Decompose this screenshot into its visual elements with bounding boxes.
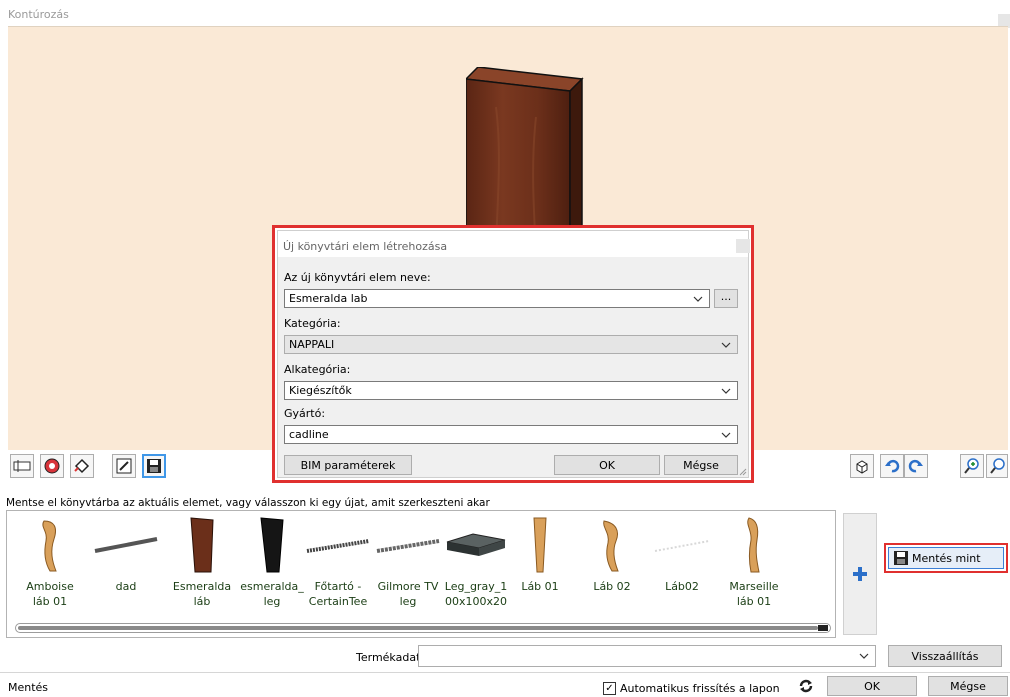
- gray-block-thumb-icon: [446, 533, 506, 556]
- align-icon: [13, 460, 31, 472]
- library-item[interactable]: Marseille láb 01: [719, 515, 789, 625]
- library-scrollbar[interactable]: [15, 623, 831, 633]
- product-data-label: Termékadat: [356, 651, 421, 664]
- zoom-in-icon: [964, 458, 979, 474]
- align-tool-button[interactable]: [10, 454, 34, 478]
- dialog-ok-button[interactable]: OK: [554, 455, 660, 475]
- library-item-label: Marseille láb 01: [729, 580, 779, 608]
- amboise-leg-thumb-icon: [42, 520, 57, 572]
- 3d-view-button[interactable]: [850, 454, 874, 478]
- beam-thumb-icon: [376, 539, 440, 553]
- floppy-icon: [147, 459, 161, 473]
- new-library-item-dialog: Új könyvtári elem létrehozása Az új köny…: [277, 230, 750, 478]
- circle-icon: [44, 458, 60, 474]
- bim-parameters-button[interactable]: BIM paraméterek: [284, 455, 412, 475]
- paint-tool-button[interactable]: [70, 454, 94, 478]
- name-label: Az új könyvtári elem neve:: [284, 271, 431, 284]
- library-item-label: Láb 01: [521, 580, 559, 593]
- reset-button[interactable]: Visszaállítás: [888, 645, 1002, 667]
- save-as-label: Mentés mint: [912, 551, 981, 565]
- library-item-label: dad: [115, 580, 137, 593]
- manufacturer-select[interactable]: cadline: [284, 425, 738, 444]
- tapered-leg-thumb-icon: [533, 517, 547, 573]
- black-leg-thumb-icon: [260, 517, 284, 573]
- browse-button[interactable]: ...: [714, 289, 738, 308]
- app-window: Kontúrozás Mentse el könyvtárba az aktuá…: [0, 0, 1010, 697]
- redo-icon: [908, 459, 923, 473]
- faint-rod-thumb-icon: [654, 540, 710, 552]
- refresh-icon[interactable]: [797, 677, 815, 695]
- name-combobox[interactable]: Esmeralda lab: [284, 289, 710, 308]
- library-item[interactable]: esmeralda_ leg: [237, 515, 307, 625]
- auto-refresh-label: Automatikus frissítés a lapon: [620, 682, 780, 695]
- library-item-label: Amboise láb 01: [26, 580, 74, 608]
- paint-bucket-icon: [74, 458, 90, 474]
- library-item[interactable]: Amboise láb 01: [15, 515, 85, 625]
- title-bar: Kontúrozás: [0, 0, 1010, 28]
- library-item-label: Láb02: [665, 580, 699, 593]
- new-library-item-dialog-highlight: Új könyvtári elem létrehozása Az új köny…: [272, 225, 754, 483]
- curved-leg-thumb-icon: [603, 520, 619, 572]
- category-label: Kategória:: [284, 317, 341, 330]
- subcategory-select[interactable]: Kiegészítők: [284, 381, 738, 400]
- dialog-title: Új könyvtári elem létrehozása: [283, 240, 448, 253]
- zoom-in-button[interactable]: [960, 454, 984, 478]
- floppy-icon: [894, 551, 908, 565]
- library-item-label: Esmeralda láb: [172, 580, 232, 608]
- resize-grip-icon[interactable]: [739, 468, 747, 476]
- save-tool-button[interactable]: [142, 454, 166, 478]
- library-item[interactable]: Gilmore TV leg: [373, 515, 443, 625]
- library-item[interactable]: Leg_gray_1 00x100x20: [441, 515, 511, 625]
- library-panel: Amboise láb 01 dad Esmeralda láb esmeral…: [6, 510, 836, 638]
- zoom-out-button[interactable]: [986, 454, 1008, 478]
- chevron-down-icon: [721, 432, 731, 438]
- library-item[interactable]: dad: [91, 515, 161, 625]
- subcategory-label: Alkategória:: [284, 363, 351, 376]
- chevron-down-icon: [693, 296, 703, 302]
- library-item[interactable]: Esmeralda láb: [167, 515, 237, 625]
- hint-text: Mentse el könyvtárba az aktuális elemet,…: [6, 497, 490, 509]
- curved-leg-thumb-icon: [747, 517, 760, 573]
- rod-thumb-icon: [94, 537, 158, 553]
- library-item[interactable]: Főtartó - CertainTee: [303, 515, 373, 625]
- save-as-button[interactable]: Mentés mint: [888, 547, 1004, 569]
- edit-tool-button[interactable]: [112, 454, 136, 478]
- dialog-cancel-button[interactable]: Mégse: [664, 455, 738, 475]
- library-item[interactable]: Láb02: [647, 515, 717, 625]
- circle-tool-button[interactable]: [40, 454, 64, 478]
- library-item-label: Gilmore TV leg: [377, 580, 439, 608]
- auto-refresh-checkbox[interactable]: ✓: [603, 682, 616, 695]
- ok-button[interactable]: OK: [827, 676, 917, 696]
- dialog-title-bar: Új könyvtári elem létrehozása: [278, 231, 750, 257]
- save-as-highlight: Mentés mint: [884, 543, 1008, 573]
- plus-icon[interactable]: [853, 567, 867, 581]
- beam-thumb-icon: [306, 539, 370, 553]
- chevron-down-icon: [859, 653, 869, 659]
- add-item-column: [843, 513, 877, 635]
- dialog-close-button[interactable]: [736, 239, 750, 253]
- undo-button[interactable]: [880, 454, 904, 478]
- chevron-down-icon: [721, 388, 731, 394]
- status-bar: Mentés ✓ Automatikus frissítés a lapon O…: [0, 672, 1010, 697]
- library-item-label: Főtartó - CertainTee: [308, 580, 368, 608]
- library-item-label: Láb 02: [593, 580, 631, 593]
- cancel-button[interactable]: Mégse: [928, 676, 1008, 696]
- library-item[interactable]: Láb 02: [577, 515, 647, 625]
- product-data-select[interactable]: [418, 645, 876, 667]
- undo-icon: [885, 459, 900, 473]
- zoom-out-icon: [990, 458, 1005, 474]
- window-title: Kontúrozás: [8, 8, 69, 21]
- chevron-down-icon: [721, 342, 731, 348]
- manufacturer-label: Gyártó:: [284, 407, 326, 420]
- esmeralda-leg-thumb-icon: [190, 517, 214, 573]
- category-select[interactable]: NAPPALI: [284, 335, 738, 354]
- library-item[interactable]: Láb 01: [505, 515, 575, 625]
- cube-icon: [856, 460, 868, 474]
- status-text: Mentés: [8, 681, 49, 694]
- edit-icon: [116, 458, 132, 474]
- redo-button[interactable]: [904, 454, 928, 478]
